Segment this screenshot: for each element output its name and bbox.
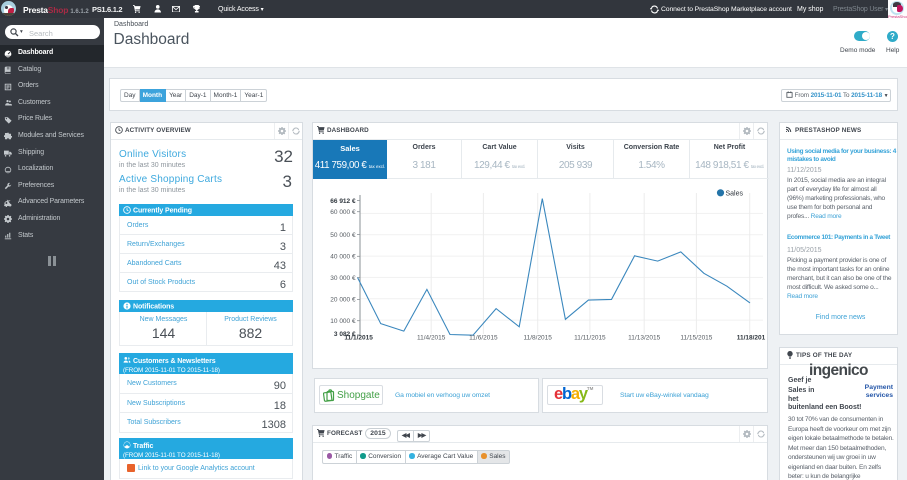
svg-text:Sales: Sales [726,190,744,197]
svg-text:11/6/2015: 11/6/2015 [469,335,498,342]
svg-text:11/8/2015: 11/8/2015 [523,335,552,342]
svg-text:66 912 €: 66 912 € [330,198,356,205]
svg-text:20 000 €: 20 000 € [330,297,356,304]
svg-text:30 000 €: 30 000 € [330,275,356,282]
svg-text:60 000 €: 60 000 € [330,209,356,216]
svg-text:11/11/2015: 11/11/2015 [574,335,606,342]
svg-text:11/13/2015: 11/13/2015 [628,335,660,342]
svg-text:11/15/2015: 11/15/2015 [680,335,712,342]
svg-text:10 000 €: 10 000 € [330,318,356,325]
svg-text:40 000 €: 40 000 € [330,254,356,261]
svg-text:11/18/201: 11/18/201 [737,335,766,342]
svg-text:50 000 €: 50 000 € [330,232,356,239]
svg-text:11/4/2015: 11/4/2015 [417,335,446,342]
svg-text:11/1/2015: 11/1/2015 [344,335,373,342]
